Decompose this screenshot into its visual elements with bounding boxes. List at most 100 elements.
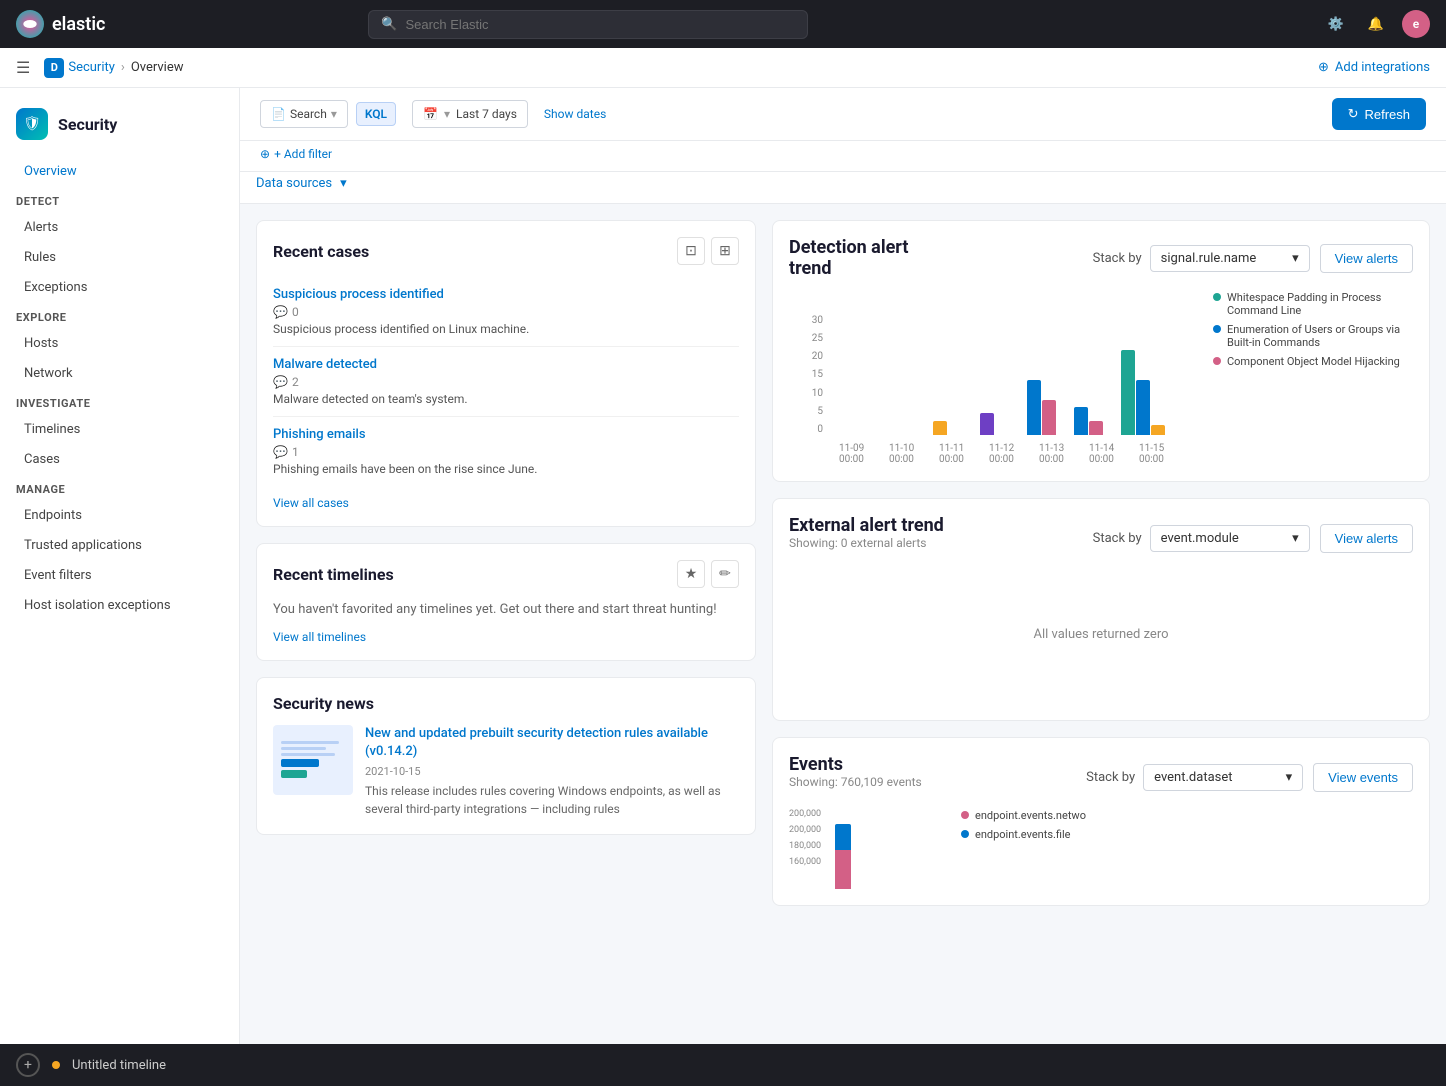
external-stack-by-value: event.module: [1161, 531, 1239, 546]
detection-alert-controls: Stack by signal.rule.name ▾ View alerts: [1093, 244, 1413, 273]
news-content-1: New and updated prebuilt security detect…: [365, 725, 739, 818]
case-link-2[interactable]: Malware detected: [273, 357, 377, 372]
events-legend-label-1: endpoint.events.netwo: [975, 809, 1086, 822]
refresh-icon: ↻: [1348, 106, 1359, 122]
timelines-empty-text: You haven't favorited any timelines yet.…: [273, 600, 739, 620]
top-navigation: elastic 🔍 ⚙️ 🔔 e: [0, 0, 1446, 48]
hamburger-menu[interactable]: ☰: [16, 58, 30, 77]
add-integrations-button[interactable]: ⊕ Add integrations: [1318, 60, 1430, 75]
sidebar-item-endpoints[interactable]: Endpoints: [8, 501, 231, 530]
settings-icon[interactable]: ⚙️: [1322, 10, 1350, 38]
filter-input-text: Search: [290, 107, 327, 121]
legend-item-2: Enumeration of Users or Groups via Built…: [1213, 323, 1413, 349]
events-stack-by-row: Stack by event.dataset ▾: [1086, 764, 1303, 791]
bar: [1121, 350, 1135, 435]
bar: [1089, 421, 1103, 435]
add-filter-link[interactable]: ⊕ + Add filter: [260, 147, 332, 161]
bar: [1042, 400, 1056, 435]
detection-alert-title: Detection alert trend: [789, 237, 908, 279]
sidebar-item-alerts[interactable]: Alerts: [8, 213, 231, 242]
recent-cases-icon-btn-2[interactable]: ⊞: [711, 237, 739, 265]
sidebar-item-trusted-apps[interactable]: Trusted applications: [8, 531, 231, 560]
sidebar-item-exceptions[interactable]: Exceptions: [8, 273, 231, 302]
news-thumb-content: [273, 733, 353, 786]
events-legend-dot-2: [961, 830, 969, 838]
timeline-status-dot: [52, 1061, 60, 1069]
sidebar-item-timelines[interactable]: Timelines: [8, 415, 231, 444]
timelines-star-btn[interactable]: ★: [677, 560, 705, 588]
recent-timelines-card: Recent timelines ★ ✏ You haven't favorit…: [256, 543, 756, 661]
recent-timelines-title: Recent timelines: [273, 565, 394, 584]
legend-dot-1: [1213, 293, 1221, 301]
sidebar-item-hosts[interactable]: Hosts: [8, 329, 231, 358]
view-all-timelines-link[interactable]: View all timelines: [273, 630, 739, 644]
data-sources-toggle[interactable]: Data sources ▾: [256, 176, 1430, 191]
sidebar-item-host-isolation[interactable]: Host isolation exceptions: [8, 591, 231, 620]
detection-alert-title-group: Detection alert trend: [789, 237, 908, 279]
timelines-edit-btn[interactable]: ✏: [711, 560, 739, 588]
notifications-icon[interactable]: 🔔: [1362, 10, 1390, 38]
events-legend-item-2: endpoint.events.file: [961, 828, 1086, 841]
global-search-bar[interactable]: 🔍: [368, 10, 808, 39]
view-alerts-button[interactable]: View alerts: [1320, 244, 1413, 273]
sidebar-item-network[interactable]: Network: [8, 359, 231, 388]
data-sources-label: Data sources: [256, 176, 332, 191]
legend-item-3: Component Object Model Hijacking: [1213, 355, 1413, 368]
case-item-3: Phishing emails 💬 1 Phishing emails have…: [273, 417, 739, 486]
user-avatar[interactable]: e: [1402, 10, 1430, 38]
sidebar-item-event-filters[interactable]: Event filters: [8, 561, 231, 590]
breadcrumb-security-link[interactable]: Security: [68, 60, 115, 75]
view-alerts-ext-button[interactable]: View alerts: [1320, 524, 1413, 553]
case-link-1[interactable]: Suspicious process identified: [273, 287, 444, 302]
sidebar-section-explore: Explore: [0, 303, 239, 328]
sidebar-item-cases[interactable]: Cases: [8, 445, 231, 474]
add-filter-label: + Add filter: [274, 147, 332, 161]
view-all-cases-link[interactable]: View all cases: [273, 496, 739, 510]
add-integrations-icon: ⊕: [1318, 60, 1329, 75]
filter-icon: ⊕: [260, 147, 270, 161]
timeline-name[interactable]: Untitled timeline: [72, 1058, 166, 1073]
events-bar-group: [835, 809, 851, 889]
sidebar-item-rules[interactable]: Rules: [8, 243, 231, 272]
bar: [980, 413, 994, 435]
search-filter-input[interactable]: 📄 Search ▾: [260, 100, 348, 128]
breadcrumb-bar: ☰ D Security › Overview ⊕ Add integratio…: [0, 48, 1446, 88]
case-item-2: Malware detected 💬 2 Malware detected on…: [273, 347, 739, 417]
legend-label-2: Enumeration of Users or Groups via Built…: [1227, 323, 1413, 349]
external-stack-by-row: Stack by event.module ▾: [1093, 525, 1310, 552]
chart-y-labels: 302520151050: [789, 315, 829, 435]
date-picker[interactable]: 📅 ▾ Last 7 days: [412, 100, 528, 128]
timeline-add-button[interactable]: +: [16, 1053, 40, 1077]
external-stack-by-select[interactable]: event.module ▾: [1150, 525, 1310, 552]
events-y-labels: 200,000 200,000 180,000 160,000: [789, 809, 821, 867]
search-input[interactable]: [405, 17, 795, 32]
sidebar-section-manage: Manage: [0, 475, 239, 500]
refresh-label: Refresh: [1364, 107, 1410, 122]
recent-cases-card: Recent cases ⊡ ⊞ Suspicious process iden…: [256, 220, 756, 527]
news-link-1[interactable]: New and updated prebuilt security detect…: [365, 726, 708, 759]
date-chevron-icon: ▾: [444, 107, 450, 121]
legend-label-1: Whitespace Padding in Process Command Li…: [1227, 291, 1413, 317]
kql-badge[interactable]: KQL: [356, 102, 396, 126]
elastic-logo-icon: [16, 10, 44, 38]
show-dates-link[interactable]: Show dates: [544, 107, 606, 121]
sidebar-section-detect: Detect: [0, 187, 239, 212]
events-bar-1: [835, 824, 851, 889]
external-stack-by-chevron-icon: ▾: [1292, 531, 1299, 546]
search-icon: 🔍: [381, 17, 397, 32]
case-desc-3: Phishing emails have been on the rise si…: [273, 462, 739, 476]
events-stack-by-select[interactable]: event.dataset ▾: [1143, 764, 1303, 791]
news-thumbnail: [273, 725, 353, 795]
events-title-group: Events Showing: 760,109 events: [789, 754, 922, 801]
breadcrumb-badge: D: [44, 58, 64, 78]
comment-icon-3: 💬: [273, 445, 288, 459]
elastic-wordmark: elastic: [52, 14, 105, 35]
sidebar-item-overview[interactable]: Overview: [8, 157, 231, 186]
view-events-button[interactable]: View events: [1313, 763, 1413, 792]
recent-cases-icon-btn-1[interactable]: ⊡: [677, 237, 705, 265]
elastic-logo[interactable]: elastic: [16, 10, 105, 38]
case-link-3[interactable]: Phishing emails: [273, 427, 366, 442]
stack-by-select[interactable]: signal.rule.name ▾: [1150, 245, 1310, 272]
refresh-button[interactable]: ↻ Refresh: [1332, 98, 1426, 130]
timeline-bar: + Untitled timeline: [0, 1044, 1446, 1086]
